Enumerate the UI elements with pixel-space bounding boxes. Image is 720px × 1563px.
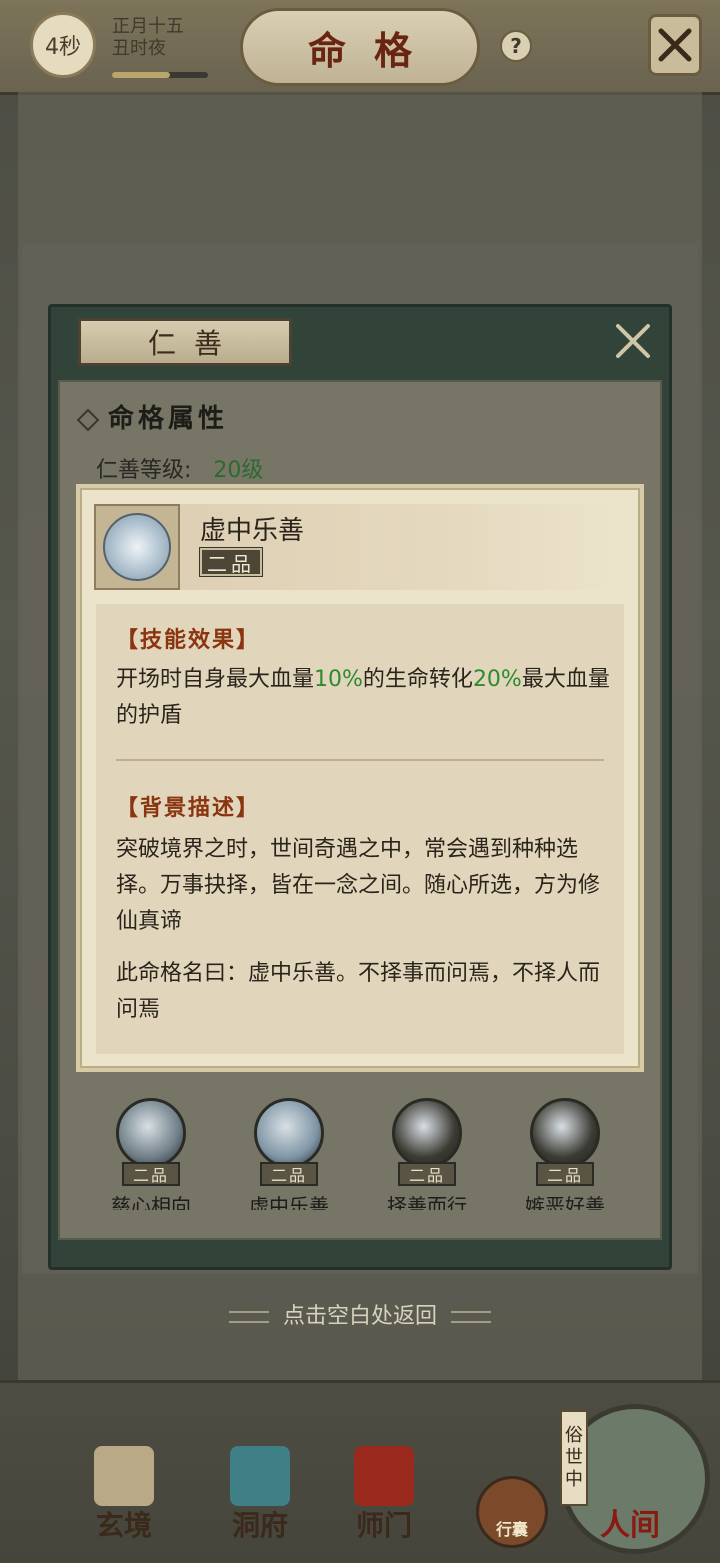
- skill-name: 虚中乐善: [249, 1194, 329, 1210]
- level-value: 20级: [213, 458, 264, 483]
- skill-icon: [116, 1098, 186, 1168]
- close-page-button[interactable]: [648, 14, 702, 76]
- effect-value: 10%: [314, 667, 363, 692]
- effect-heading: 【技能效果】: [116, 627, 261, 653]
- skill-grade-badge: 二品: [122, 1162, 180, 1186]
- skill-name: 嫉恶好善: [525, 1194, 605, 1210]
- level-row: 仁善等级: 20级: [96, 452, 263, 484]
- scroll-deco-icon: [451, 1311, 491, 1323]
- scroll-icon: [94, 1446, 154, 1506]
- effect-value: 20%: [472, 667, 522, 692]
- skill-list: 二品 慈心相向 二品 虚中乐善 二品 择善而行 二品 嫉恶好善: [96, 1094, 636, 1210]
- page-title: 命格: [240, 8, 480, 86]
- diamond-icon: [76, 408, 100, 432]
- background-text: 突破境界之时，世间奇遇之中，常会遇到种种选择。万事抉择，皆在一念之间。随心所选，…: [116, 837, 601, 934]
- skill-item-3[interactable]: 二品 择善而行: [372, 1094, 482, 1210]
- skill-name: 慈心相向: [111, 1194, 191, 1210]
- tooltip-skill-name: 虚中乐善: [200, 516, 305, 546]
- close-icon: [616, 324, 650, 358]
- fate-name-plate: 仁善: [78, 318, 292, 366]
- divider: [116, 759, 604, 761]
- help-icon: ?: [510, 34, 522, 58]
- world-tag-char: 世: [565, 1447, 583, 1468]
- nav-item-shimen[interactable]: 师门: [324, 1440, 444, 1550]
- banner-icon: [354, 1446, 414, 1506]
- effect-text: 开场时自身最大血量10%的生命转化20%最大血量的护盾: [116, 662, 612, 734]
- scroll-deco-icon: [228, 1311, 269, 1323]
- dialog-close-button[interactable]: [612, 320, 654, 362]
- date-line: 正月十五: [112, 16, 184, 37]
- close-icon: [658, 28, 692, 62]
- skill-grade-badge: 二品: [536, 1162, 594, 1186]
- background-quote: 此命格名曰：虚中乐善。不择事而问焉，不择人而问焉: [116, 961, 601, 1022]
- tooltip-grade-badge: 二品: [200, 548, 262, 576]
- tap-to-return-hint[interactable]: 点击空白处返回: [180, 1298, 540, 1330]
- skill-item-2[interactable]: 二品 虚中乐善: [234, 1094, 344, 1210]
- timer-label: 4秒: [45, 35, 81, 60]
- skill-icon: [392, 1098, 462, 1168]
- nav-item-dongfu[interactable]: 洞府: [200, 1440, 320, 1550]
- nav-label: 师门: [355, 1509, 412, 1542]
- world-label: 人间: [600, 1508, 660, 1543]
- nav-label: 洞府: [231, 1509, 288, 1542]
- game-date: 正月十五 丑时夜: [112, 16, 184, 60]
- return-hint-label: 点击空白处返回: [282, 1304, 437, 1329]
- skill-name: 择善而行: [387, 1194, 467, 1210]
- nav-item-xuanjing[interactable]: 玄境: [64, 1440, 184, 1550]
- attributes-heading-label: 命格属性: [108, 404, 229, 434]
- effect-text-part: 的生命转化: [362, 667, 473, 692]
- time-progress-bar: [112, 72, 208, 78]
- time-of-day: 丑时夜: [112, 38, 166, 59]
- world-tag-char: 俗: [565, 1425, 583, 1446]
- countdown-timer: 4秒: [30, 12, 96, 78]
- bag-label: 行囊: [495, 1520, 528, 1539]
- skill-grade-badge: 二品: [260, 1162, 318, 1186]
- skill-icon: [254, 1098, 324, 1168]
- attributes-heading: 命格属性: [76, 398, 229, 435]
- world-tag: 俗 世 中: [560, 1410, 588, 1506]
- skill-item-4[interactable]: 二品 嫉恶好善: [510, 1094, 620, 1210]
- help-button[interactable]: ?: [500, 30, 532, 62]
- skill-grade-badge: 二品: [398, 1162, 456, 1186]
- anvil-spiral-icon: [103, 513, 171, 581]
- background-heading: 【背景描述】: [116, 795, 261, 821]
- world-tag-char: 中: [565, 1469, 583, 1490]
- effect-text-part: 开场时自身最大血量: [116, 667, 315, 692]
- level-label: 仁善等级:: [96, 458, 192, 483]
- pavilion-icon: [230, 1446, 290, 1506]
- time-progress-fill: [112, 72, 170, 78]
- skill-item-1[interactable]: 二品 慈心相向: [96, 1094, 206, 1210]
- skill-icon: [530, 1098, 600, 1168]
- nav-label: 玄境: [95, 1509, 152, 1542]
